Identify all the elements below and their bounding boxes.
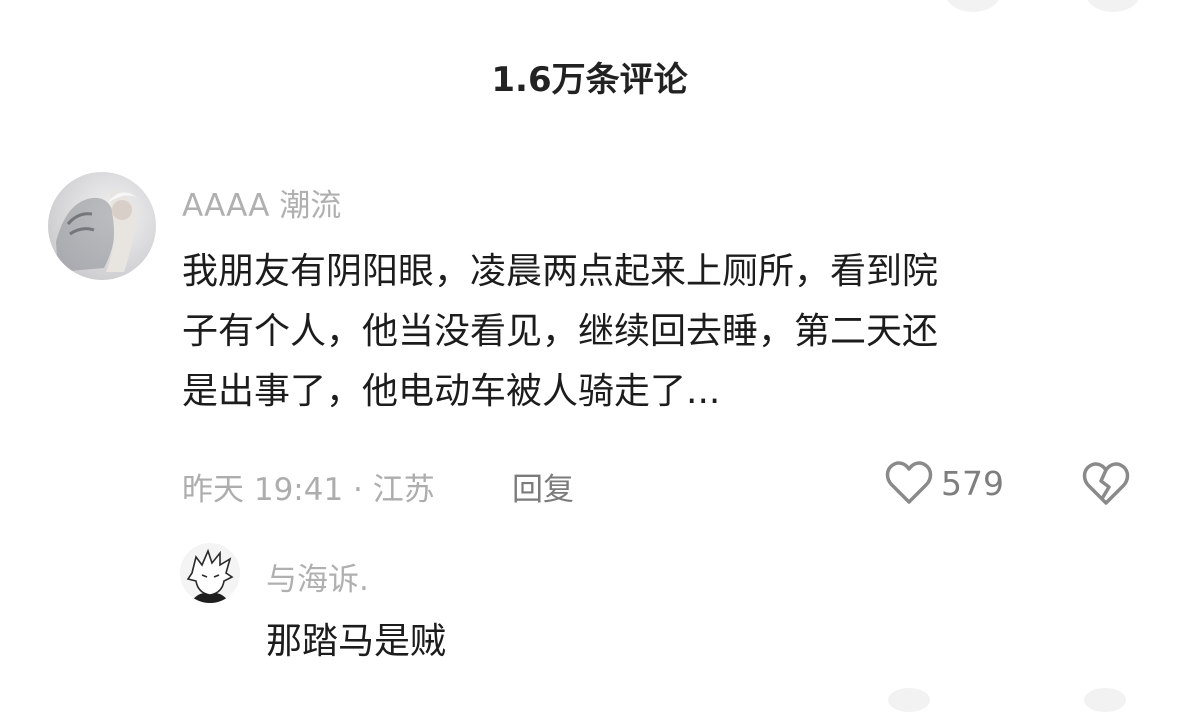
comment-text-line: 我朋友有阴阳眼，凌晨两点起来上厕所，看到院 xyxy=(182,251,939,292)
comment-text: 我朋友有阴阳眼，凌晨两点起来上厕所，看到院 子有个人，他当没看见，继续回去睡，第… xyxy=(182,242,1142,422)
avatar-image xyxy=(180,543,240,603)
like-count: 579 xyxy=(941,463,1004,503)
avatar-image xyxy=(48,172,156,280)
top-overlay-button[interactable] xyxy=(945,0,1001,12)
reply-avatar[interactable] xyxy=(180,543,240,603)
comment-count-title: 1.6万条评论 xyxy=(491,60,688,100)
broken-heart-icon xyxy=(1082,461,1130,507)
heart-outline-icon xyxy=(885,460,933,506)
like-button[interactable]: 579 xyxy=(885,460,1004,506)
next-dislike-icon xyxy=(1084,688,1126,712)
comment-author-name[interactable]: AAAA 潮流 xyxy=(182,180,341,225)
next-like-icon xyxy=(888,688,930,712)
avatar[interactable] xyxy=(48,172,156,280)
reply-author-name[interactable]: 与海诉. xyxy=(266,554,369,599)
top-overlay-button[interactable] xyxy=(1085,0,1141,12)
comment-time-location: 昨天 19:41 · 江苏 xyxy=(182,472,435,508)
reply-button[interactable]: 回复 xyxy=(512,464,574,509)
comment-text-line: 子有个人，他当没看见，继续回去睡，第二天还 xyxy=(182,311,939,352)
reply-text: 那踏马是贼 xyxy=(266,621,447,662)
dislike-button[interactable] xyxy=(1082,461,1130,507)
comment-text-line: 是出事了，他电动车被人骑走了... xyxy=(182,371,721,412)
